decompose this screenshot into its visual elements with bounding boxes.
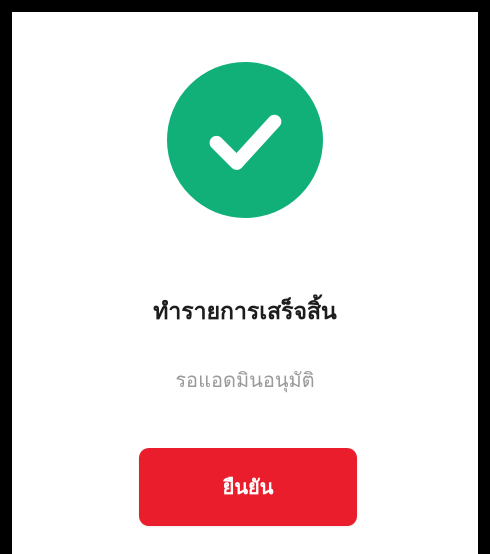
dialog-subtitle: รอแอดมินอนุมัติ — [175, 368, 315, 392]
dialog-title: ทำรายการเสร็จสิ้น — [153, 299, 337, 325]
success-status-badge — [167, 62, 323, 218]
confirm-button[interactable]: ยืนยัน — [139, 448, 357, 526]
success-dialog: ทำรายการเสร็จสิ้น รอแอดมินอนุมัติ ยืนยัน — [12, 12, 478, 554]
checkmark-icon — [209, 114, 282, 170]
